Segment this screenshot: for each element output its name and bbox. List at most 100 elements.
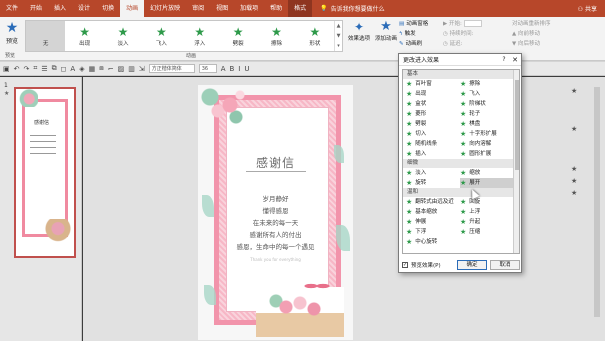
scrollbar-thumb[interactable] bbox=[594, 87, 600, 317]
gallery-scrollbar[interactable]: ▲ ▼ ▾ bbox=[334, 21, 342, 51]
gallery-item-wipe[interactable]: ★ 擦除 bbox=[257, 21, 295, 51]
italic-icon[interactable]: I bbox=[238, 65, 240, 73]
scrollbar-thumb[interactable] bbox=[515, 80, 519, 170]
gallery-item-appear[interactable]: ★ 出现 bbox=[65, 21, 103, 51]
tab-insert[interactable]: 插入 bbox=[48, 0, 72, 17]
move-earlier-button[interactable]: ▲ 向前移动 bbox=[512, 29, 552, 39]
move-later-button[interactable]: ▼ 向后移动 bbox=[512, 39, 552, 49]
effect-item[interactable]: ★ 棋盘 bbox=[460, 119, 514, 129]
animation-painter-button[interactable]: ✎ 动画刷 bbox=[399, 39, 443, 49]
slide[interactable]: 感谢信 岁月静好 懂得感恩 在未来的每一天 感谢所有人的付出 感恩，生命中的每一… bbox=[198, 85, 353, 340]
slide-body[interactable]: 岁月静好 懂得感恩 在未来的每一天 感谢所有人的付出 感恩，生命中的每一个遇见 bbox=[198, 193, 353, 253]
preview-effect-checkbox[interactable]: ✓ bbox=[402, 261, 408, 268]
close-button[interactable]: ✕ bbox=[509, 56, 521, 64]
add-animation-button[interactable]: ★ 添加动画 bbox=[374, 20, 398, 43]
delay-row[interactable]: ◷ 延迟: bbox=[443, 39, 503, 49]
gallery-item-float-in[interactable]: ★ 浮入 bbox=[181, 21, 219, 51]
cancel-button[interactable]: 取消 bbox=[490, 259, 520, 270]
effect-item[interactable]: ★ 压缩 bbox=[460, 227, 514, 237]
effect-item[interactable]: ★ 百叶窗 bbox=[406, 79, 460, 89]
effect-item[interactable]: ★ 擦除 bbox=[460, 79, 514, 89]
more-icon[interactable]: ▾ bbox=[337, 43, 340, 49]
tab-transitions[interactable]: 切换 bbox=[96, 0, 120, 17]
grow-font-icon[interactable]: A bbox=[221, 65, 226, 73]
gallery-item-split[interactable]: ★ 劈裂 bbox=[219, 21, 257, 51]
slide-thumbnail[interactable]: 感谢信 bbox=[14, 87, 76, 258]
effect-list[interactable]: 基本 ★ 百叶窗 ★ 擦除 ★ 出现 ★ 飞入 ★ 盒状 ★ 阶梯状 ★ 菱形 ★ 轮子 ★ 劈裂… bbox=[402, 69, 520, 254]
effect-item[interactable]: ★ 淡入 bbox=[406, 168, 460, 178]
effect-item[interactable]: ★ 出现 bbox=[406, 89, 460, 99]
effect-item[interactable]: ★ 劈裂 bbox=[406, 119, 460, 129]
duration-row[interactable]: ◷ 持续时间: bbox=[443, 29, 503, 39]
undo-icon[interactable]: ↶ bbox=[14, 65, 20, 73]
size-select[interactable]: 36 bbox=[198, 64, 217, 73]
align-icon[interactable]: ☰ bbox=[41, 65, 47, 73]
tab-slideshow[interactable]: 幻灯片放映 bbox=[144, 0, 186, 17]
effect-item[interactable]: ★ 轮子 bbox=[460, 109, 514, 119]
chevron-down-icon[interactable]: ▼ bbox=[337, 33, 341, 39]
effect-item[interactable]: ★ 向内溶解 bbox=[460, 139, 514, 149]
ok-button[interactable]: 确定 bbox=[457, 259, 487, 270]
effect-item[interactable]: ★ 插入 bbox=[406, 149, 460, 159]
effect-item[interactable]: ★ 旋转 bbox=[406, 178, 460, 188]
gallery-item-fly-in[interactable]: ★ 飞入 bbox=[142, 21, 180, 51]
effect-item[interactable]: ★ 菱形 bbox=[406, 109, 460, 119]
tab-format[interactable]: 格式 bbox=[288, 0, 313, 17]
tab-addins[interactable]: 加载项 bbox=[234, 0, 264, 17]
underline-icon[interactable]: U bbox=[244, 65, 249, 73]
format-icon[interactable]: ⌗ bbox=[33, 64, 37, 73]
effect-item[interactable]: ★ 飞入 bbox=[460, 89, 514, 99]
effect-item[interactable]: ★ 回旋 bbox=[460, 197, 514, 207]
tab-review[interactable]: 审阅 bbox=[186, 0, 210, 17]
effect-item[interactable]: ★ 上浮 bbox=[460, 207, 514, 217]
preview-button[interactable]: ★ 预览 bbox=[3, 20, 21, 45]
effect-item[interactable]: ★ 阶梯状 bbox=[460, 99, 514, 109]
tell-me-box[interactable]: 💡 告诉我你想要做什么 bbox=[320, 4, 385, 13]
shape-icon[interactable]: ◻ bbox=[61, 65, 67, 73]
effect-options-button[interactable]: ✦ 效果选项 bbox=[347, 20, 371, 42]
effect-item[interactable]: ★ 翻转式由远及近 bbox=[406, 197, 460, 207]
paint-icon[interactable]: ◈ bbox=[79, 65, 84, 73]
slide-title[interactable]: 感谢信 bbox=[198, 154, 353, 171]
chart-icon[interactable]: ▥ bbox=[128, 65, 135, 73]
effect-list-scrollbar[interactable] bbox=[513, 70, 519, 253]
animation-pane-button[interactable]: ▤ 动画窗格 bbox=[399, 19, 443, 29]
gallery-item-shape[interactable]: ★ 形状 bbox=[296, 21, 334, 51]
tab-file[interactable]: 文件 bbox=[0, 0, 24, 17]
help-button[interactable]: ? bbox=[499, 56, 509, 63]
effect-item[interactable]: ★ 升起 bbox=[460, 217, 514, 227]
grid-icon[interactable]: ▦ bbox=[89, 65, 96, 73]
group-icon[interactable]: ⧉ bbox=[52, 64, 57, 73]
bold-icon[interactable]: B bbox=[229, 65, 234, 73]
start-select[interactable] bbox=[463, 20, 482, 27]
chevron-up-icon[interactable]: ▲ bbox=[337, 23, 341, 29]
start-row[interactable]: ▶ 开始: bbox=[443, 19, 503, 29]
effect-item[interactable]: ★ 十字形扩展 bbox=[460, 129, 514, 139]
effect-item[interactable]: ★ 中心旋转 bbox=[406, 237, 460, 247]
effect-item[interactable]: ★ 随机线条 bbox=[406, 139, 460, 149]
gallery-item-fade[interactable]: ★ 淡入 bbox=[104, 21, 142, 51]
effect-item[interactable]: ★ 圆形扩展 bbox=[460, 149, 514, 159]
effect-item[interactable]: ★ 切入 bbox=[406, 129, 460, 139]
font-select[interactable]: 方正楷体简体 bbox=[148, 64, 195, 73]
save-icon[interactable]: ▣ bbox=[3, 65, 10, 73]
arrange-icon[interactable]: ⧈ bbox=[99, 64, 103, 73]
text-icon[interactable]: A bbox=[70, 65, 75, 73]
tab-animations[interactable]: 动画 bbox=[120, 0, 145, 17]
cursor-tool-icon[interactable]: ⇲ bbox=[139, 65, 145, 73]
tab-help[interactable]: 帮助 bbox=[264, 0, 288, 17]
vertical-scrollbar[interactable] bbox=[593, 77, 601, 341]
tab-design[interactable]: 设计 bbox=[72, 0, 96, 17]
effect-item-selected[interactable]: ★ 展开 bbox=[460, 178, 514, 188]
effect-item[interactable]: ★ 基本缩放 bbox=[406, 207, 460, 217]
tab-home[interactable]: 开始 bbox=[24, 0, 48, 17]
effect-item[interactable]: ★ 下浮 bbox=[406, 227, 460, 237]
effect-item[interactable]: ★ 盒状 bbox=[406, 99, 460, 109]
gallery-item-none[interactable]: ★无 bbox=[26, 21, 66, 51]
share-button[interactable]: ⚇ 共享 bbox=[578, 4, 597, 13]
crop-icon[interactable]: ⌐ bbox=[108, 65, 114, 73]
effect-item[interactable]: ★ 伸展 bbox=[406, 217, 460, 227]
picture-icon[interactable]: ▨ bbox=[118, 65, 125, 73]
trigger-button[interactable]: ϟ 触发 bbox=[399, 29, 443, 39]
redo-icon[interactable]: ↷ bbox=[24, 65, 30, 73]
